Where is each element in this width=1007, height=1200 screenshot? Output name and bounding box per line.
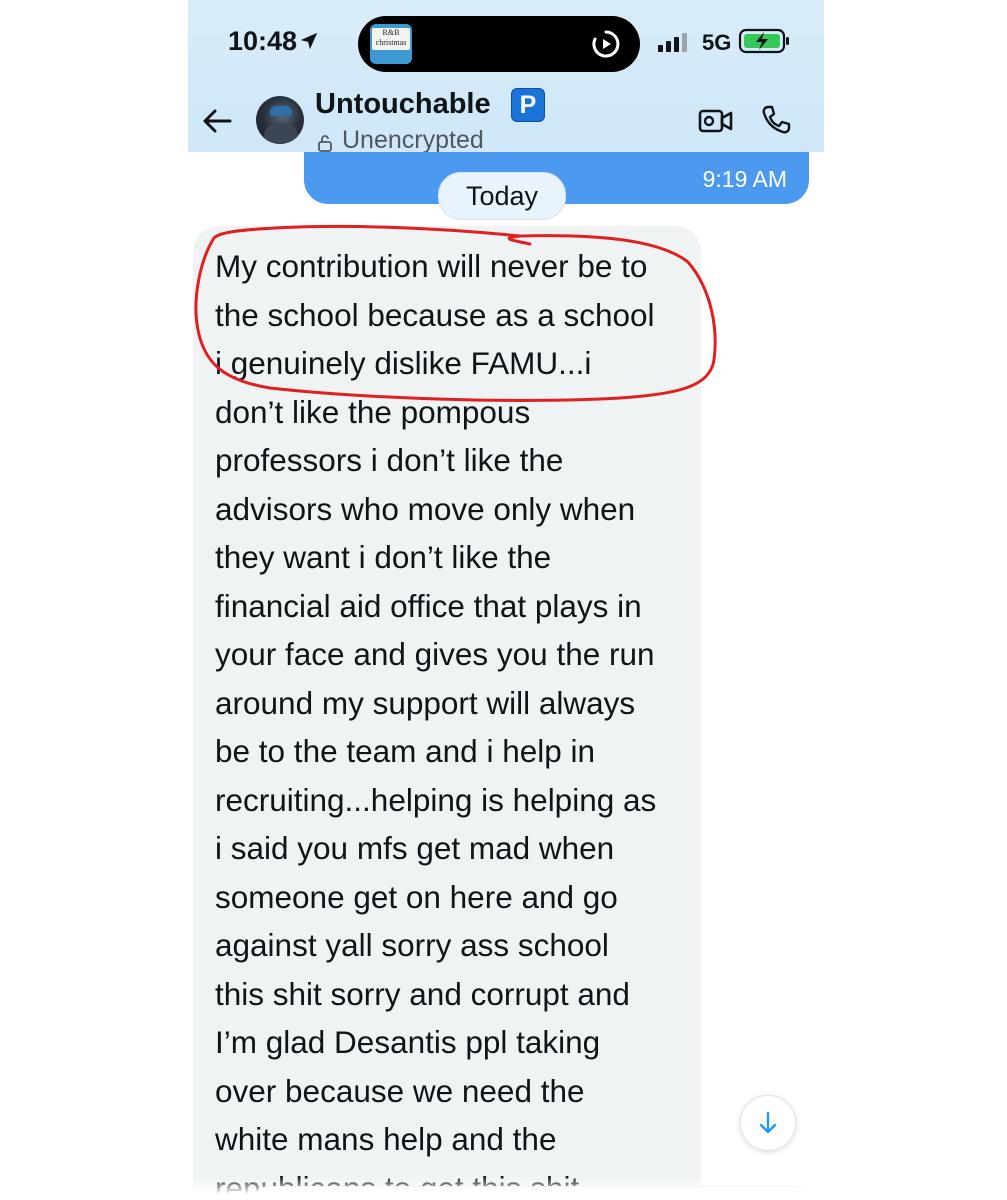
scroll-to-bottom-button[interactable] xyxy=(740,1095,796,1151)
now-playing-artwork: R&B christmas xyxy=(370,24,412,64)
received-message-bubble[interactable]: My contribution will never be to the sch… xyxy=(193,226,701,1200)
artwork-label: R&B christmas xyxy=(372,28,410,50)
encryption-status: Unencrypted xyxy=(342,126,484,154)
network-type: 5G xyxy=(702,30,732,55)
message-timestamp: 9:19 AM xyxy=(702,166,787,192)
replay-icon[interactable] xyxy=(590,28,622,60)
video-call-icon[interactable] xyxy=(698,106,734,136)
arrow-down-icon xyxy=(759,1111,777,1134)
contact-name[interactable]: Untouchable xyxy=(315,88,491,121)
dm-conversation-screen: 10:48 R&B christmas 5G Untouchable P Une… xyxy=(0,0,1007,1200)
battery-charging-icon xyxy=(738,28,789,54)
message-text: My contribution will never be to the sch… xyxy=(215,248,657,1200)
parking-badge: P xyxy=(511,88,545,122)
avatar-body xyxy=(264,124,298,144)
avatar[interactable] xyxy=(256,96,304,144)
dynamic-island[interactable]: R&B christmas xyxy=(358,16,640,72)
location-arrow-icon xyxy=(300,32,318,50)
back-arrow-icon[interactable] xyxy=(200,104,234,138)
date-separator: Today xyxy=(438,172,566,220)
signal-icon xyxy=(658,33,687,52)
status-time: 10:48 xyxy=(228,26,298,56)
bottom-fade xyxy=(0,1176,1007,1200)
avatar-hat xyxy=(270,106,292,116)
lock-icon xyxy=(318,135,332,152)
phone-icon[interactable] xyxy=(760,104,792,136)
